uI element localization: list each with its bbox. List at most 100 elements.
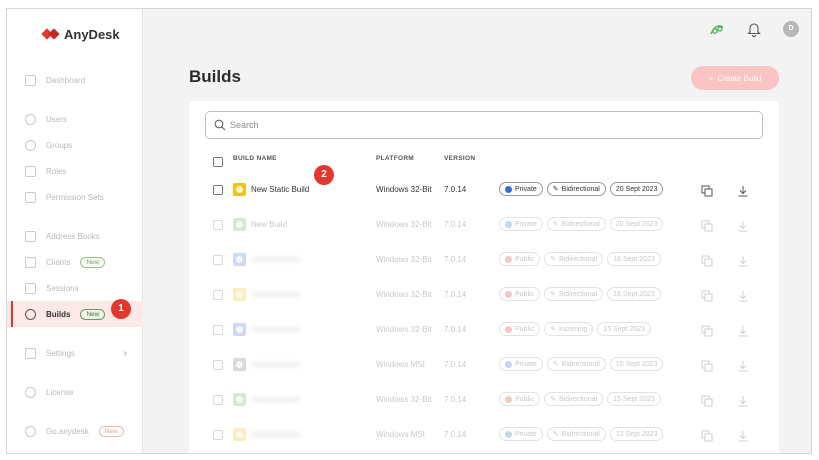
access-tag: Public xyxy=(499,252,541,266)
access-tag: Private xyxy=(499,182,543,196)
pencil-icon: ✎ xyxy=(550,326,556,333)
row-checkbox[interactable] xyxy=(213,325,223,335)
mode-tag: ✎ Bidirectional xyxy=(546,357,606,371)
download-icon[interactable] xyxy=(737,289,749,307)
anydesk-logo[interactable]: AnyDesk xyxy=(43,27,120,42)
mode-label: Bidirectional xyxy=(561,185,600,193)
sidebar-item-roles[interactable]: Roles xyxy=(7,158,143,184)
build-platform: Windows 32-Bit xyxy=(376,290,432,299)
build-name-redacted xyxy=(251,256,301,263)
sidebar-item-go-anydesk[interactable]: Go.anydesk New xyxy=(7,418,143,444)
sidebar-item-address-books[interactable]: Address Books xyxy=(7,223,143,249)
date-tag: 15 Sept 2023 xyxy=(597,322,652,336)
build-tags: Public ✎ Bidirectional 18 Sept 2023 xyxy=(499,252,661,266)
column-header-version[interactable]: VERSION xyxy=(444,155,475,162)
mode-label: Bidirectional xyxy=(558,255,598,263)
download-icon[interactable] xyxy=(737,219,749,237)
sidebar-item-dashboard[interactable]: Dashboard xyxy=(7,67,143,93)
row-checkbox[interactable] xyxy=(213,220,223,230)
table-row[interactable]: Windows MSI 7.0.14 Private ✎ Bidirection… xyxy=(189,348,779,383)
table-row[interactable]: Windows 32-Bit 7.0.14 Public ✎ Bidirecti… xyxy=(189,243,779,278)
bell-icon[interactable] xyxy=(747,21,761,42)
copy-icon[interactable] xyxy=(701,359,713,377)
download-icon[interactable] xyxy=(737,429,749,447)
sidebar-item-permission-sets[interactable]: Permission Sets xyxy=(7,184,143,210)
select-all-checkbox[interactable] xyxy=(213,157,223,167)
sidebar-item-license[interactable]: License xyxy=(7,379,143,405)
table-row[interactable]: Windows MSI 7.0.14 Private ✎ Bidirection… xyxy=(189,418,779,453)
sidebar-item-label: Settings xyxy=(46,348,75,358)
connection-status-icon[interactable] xyxy=(709,23,725,42)
row-checkbox[interactable] xyxy=(213,360,223,370)
access-tag: Private xyxy=(499,217,543,231)
table-row[interactable]: Windows 32-Bit 7.0.14 Public ✎ Bidirecti… xyxy=(189,383,779,418)
sidebar-item-clients[interactable]: Clients New xyxy=(7,249,143,275)
pencil-icon: ✎ xyxy=(550,291,556,298)
date-tag: 20 Sept 2023 xyxy=(609,217,664,231)
build-icon xyxy=(233,183,246,196)
copy-icon[interactable] xyxy=(701,254,713,272)
copy-icon[interactable] xyxy=(701,219,713,237)
row-checkbox[interactable] xyxy=(213,395,223,405)
pencil-icon: ✎ xyxy=(552,361,559,368)
build-tags: Public ✎ Bidirectional 15 Sept 2023 xyxy=(499,392,661,406)
page-title: Builds xyxy=(189,67,241,86)
plus-icon: + xyxy=(708,73,714,83)
table-row[interactable]: Windows 32-Bit 7.0.14 Public ✎ Incoming … xyxy=(189,313,779,348)
build-tags: Private ✎ Bidirectional 15 Sept 2023 xyxy=(499,357,664,371)
access-label: Public xyxy=(515,290,535,298)
copy-icon[interactable] xyxy=(701,324,713,342)
row-checkbox[interactable] xyxy=(213,255,223,265)
build-name[interactable]: New Build xyxy=(251,220,287,229)
sidebar-item-users[interactable]: Users xyxy=(7,106,143,132)
copy-icon[interactable] xyxy=(701,429,713,447)
sidebar-item-settings[interactable]: Settings › xyxy=(7,340,143,366)
sidebar-item-label: Groups xyxy=(46,140,73,150)
pencil-icon: ✎ xyxy=(550,256,556,263)
build-icon xyxy=(233,323,246,336)
column-header-build-name[interactable]: BUILD NAME xyxy=(233,155,277,162)
license-icon xyxy=(25,386,36,398)
sidebar-item-sessions[interactable]: Sessions xyxy=(7,275,143,301)
search-input[interactable]: Search xyxy=(205,111,763,139)
access-label: Private xyxy=(515,360,537,368)
access-tag: Public xyxy=(499,322,541,336)
date-label: 13 Sept 2023 xyxy=(615,430,658,438)
copy-icon[interactable] xyxy=(701,289,713,307)
access-label: Private xyxy=(515,430,537,438)
mode-tag: ✎ Bidirectional xyxy=(544,252,604,266)
date-tag: 20 Sept 2023 xyxy=(609,182,664,196)
copy-icon[interactable] xyxy=(701,184,713,202)
table-row[interactable]: Windows 32-Bit 7.0.14 Public ✎ Bidirecti… xyxy=(189,278,779,313)
build-name[interactable]: New Static Build xyxy=(251,185,309,194)
pencil-icon: ✎ xyxy=(552,221,559,228)
download-icon[interactable] xyxy=(737,184,749,202)
create-build-button[interactable]: + Create Build xyxy=(691,66,779,90)
row-checkbox[interactable] xyxy=(213,290,223,300)
mode-label: Bidirectional xyxy=(561,220,600,228)
chevron-right-icon: › xyxy=(123,347,127,359)
copy-icon[interactable] xyxy=(701,394,713,412)
table-row[interactable]: New Static Build Windows 32-Bit 7.0.14 P… xyxy=(189,173,779,208)
date-tag: 18 Sept 2023 xyxy=(607,287,661,301)
date-label: 15 Sept 2023 xyxy=(613,395,655,403)
mode-label: Incoming xyxy=(558,325,588,333)
download-icon[interactable] xyxy=(737,359,749,377)
row-checkbox[interactable] xyxy=(213,430,223,440)
sidebar-item-groups[interactable]: Groups xyxy=(7,132,143,158)
download-icon[interactable] xyxy=(737,324,749,342)
access-tag: Private xyxy=(499,427,543,441)
row-checkbox[interactable] xyxy=(213,185,223,195)
column-header-platform[interactable]: PLATFORM xyxy=(376,155,414,162)
user-icon xyxy=(25,113,36,125)
builds-table-card: Search BUILD NAME PLATFORM VERSION New S… xyxy=(189,101,779,453)
build-version: 7.0.14 xyxy=(444,325,467,334)
download-icon[interactable] xyxy=(737,254,749,272)
build-tags: Public ✎ Bidirectional 18 Sept 2023 xyxy=(499,287,661,301)
date-label: 15 Sept 2023 xyxy=(603,325,646,333)
sidebar-item-label: Dashboard xyxy=(46,75,86,85)
info-icon xyxy=(505,430,512,438)
table-row[interactable]: New Build Windows 32-Bit 7.0.14 Private … xyxy=(189,208,779,243)
avatar[interactable]: D xyxy=(783,21,799,37)
download-icon[interactable] xyxy=(737,394,749,412)
